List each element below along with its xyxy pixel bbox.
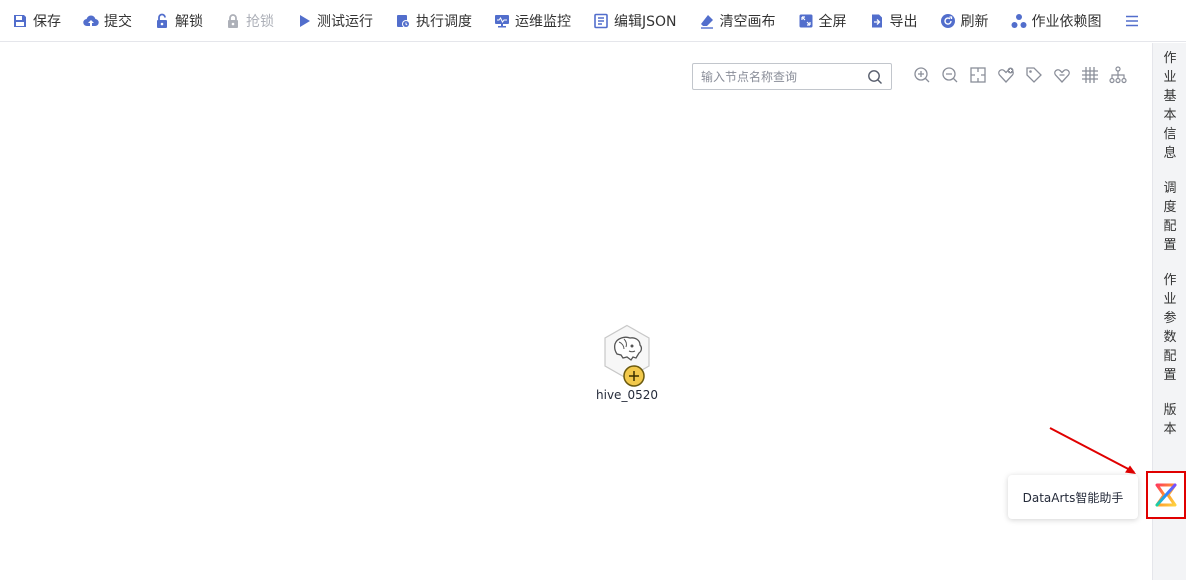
edit-json-button[interactable]: 编辑JSON	[593, 0, 677, 42]
unlock-button[interactable]: 解锁	[154, 0, 203, 42]
execute-schedule-button[interactable]: 执行调度	[395, 0, 472, 42]
test-run-button[interactable]: 测试运行	[296, 0, 373, 42]
tab-version[interactable]: 版本	[1153, 401, 1186, 439]
workflow-node[interactable]: hive_0520	[594, 324, 660, 402]
search-icon[interactable]	[867, 69, 883, 85]
side-tab-char: 数	[1163, 330, 1177, 345]
tab-job-basic-info[interactable]: 作业基本信息	[1153, 49, 1186, 163]
side-tab-char: 本	[1163, 108, 1177, 123]
side-tab-label: 作业参数配置	[1153, 271, 1186, 385]
tab-schedule-config[interactable]: 调度配置	[1153, 179, 1186, 255]
unlock-label: 解锁	[175, 13, 203, 30]
side-tab-char: 配	[1163, 219, 1177, 234]
remove-tag-icon[interactable]	[1052, 65, 1072, 85]
side-tab-char: 置	[1163, 238, 1177, 253]
cloud-upload-icon	[83, 13, 99, 29]
side-tab-label: 作业基本信息	[1153, 49, 1186, 163]
refresh-icon	[940, 13, 956, 29]
ops-monitor-label: 运维监控	[515, 13, 571, 30]
side-tab-label: 版本	[1153, 401, 1186, 439]
more-menu-button[interactable]	[1124, 0, 1140, 42]
play-icon	[296, 13, 312, 29]
side-tab-char: 信	[1163, 127, 1177, 142]
fit-view-icon[interactable]	[968, 65, 988, 85]
submit-label: 提交	[104, 13, 132, 30]
layout-icon[interactable]	[1108, 65, 1128, 85]
hive-node-shape	[602, 324, 652, 387]
add-tag-icon[interactable]	[996, 65, 1016, 85]
tag-icon[interactable]	[1024, 65, 1044, 85]
side-tab-char: 作	[1163, 51, 1177, 66]
side-tab-char: 业	[1163, 70, 1177, 85]
zoom-out-icon[interactable]	[940, 65, 960, 85]
clear-canvas-label: 清空画布	[719, 13, 776, 30]
monitor-icon	[494, 13, 510, 29]
edit-json-label: 编辑JSON	[614, 13, 677, 30]
grab-lock-button[interactable]: 抢锁	[225, 0, 274, 42]
json-icon	[593, 13, 609, 29]
lock-icon	[225, 13, 241, 29]
save-icon	[12, 13, 28, 29]
side-tab-char: 置	[1163, 368, 1177, 383]
dataarts-assistant-button[interactable]	[1146, 471, 1186, 519]
side-tab-char: 参	[1163, 311, 1177, 326]
execute-schedule-label: 执行调度	[416, 13, 472, 30]
export-icon	[869, 13, 885, 29]
assistant-tooltip: DataArts智能助手	[1008, 475, 1138, 519]
refresh-label: 刷新	[960, 13, 989, 30]
zoom-in-icon[interactable]	[912, 65, 932, 85]
refresh-button[interactable]: 刷新	[940, 0, 989, 42]
submit-button[interactable]: 提交	[83, 0, 132, 42]
fullscreen-button[interactable]: 全屏	[798, 0, 847, 42]
save-label: 保存	[33, 13, 61, 30]
eraser-icon	[699, 13, 715, 29]
schedule-icon	[395, 13, 411, 29]
side-tab-char: 作	[1163, 273, 1177, 288]
export-button[interactable]: 导出	[869, 0, 918, 42]
fullscreen-label: 全屏	[818, 13, 847, 30]
job-dependency-graph-label: 作业依赖图	[1031, 13, 1102, 30]
node-search-input[interactable]	[701, 69, 867, 84]
node-name: hive_0520	[596, 388, 658, 402]
export-label: 导出	[889, 13, 918, 30]
canvas-toolbar	[912, 65, 1136, 85]
toolbar: 保存 提交 解锁 抢锁 测试运行 执行调度 运维监控 编辑JSON 清空画布 全…	[0, 0, 1186, 42]
save-button[interactable]: 保存	[12, 0, 61, 42]
grab-lock-label: 抢锁	[246, 13, 274, 30]
ops-monitor-button[interactable]: 运维监控	[494, 0, 571, 42]
side-tab-label: 调度配置	[1153, 179, 1186, 255]
side-tab-char: 基	[1163, 89, 1177, 104]
side-tab-char: 配	[1163, 349, 1177, 364]
clear-canvas-button[interactable]: 清空画布	[699, 0, 776, 42]
side-tab-char: 度	[1163, 200, 1177, 215]
side-tab-char: 本	[1163, 422, 1177, 437]
hamburger-menu-icon	[1124, 13, 1140, 29]
unlock-icon	[154, 13, 170, 29]
dataarts-assistant-icon	[1155, 483, 1177, 507]
grid-icon[interactable]	[1080, 65, 1100, 85]
node-search-box	[692, 63, 892, 90]
fullscreen-icon	[798, 13, 814, 29]
dependency-graph-icon	[1011, 13, 1027, 29]
tab-job-params-config[interactable]: 作业参数配置	[1153, 271, 1186, 385]
side-tab-char: 息	[1163, 146, 1177, 161]
side-tab-char: 版	[1163, 403, 1177, 418]
add-circle-icon[interactable]	[623, 365, 645, 387]
job-dependency-graph-button[interactable]: 作业依赖图	[1011, 0, 1102, 42]
test-run-label: 测试运行	[317, 13, 373, 30]
workflow-canvas[interactable]: hive_0520	[0, 43, 1152, 580]
side-tab-char: 业	[1163, 292, 1177, 307]
side-tab-char: 调	[1163, 181, 1177, 196]
